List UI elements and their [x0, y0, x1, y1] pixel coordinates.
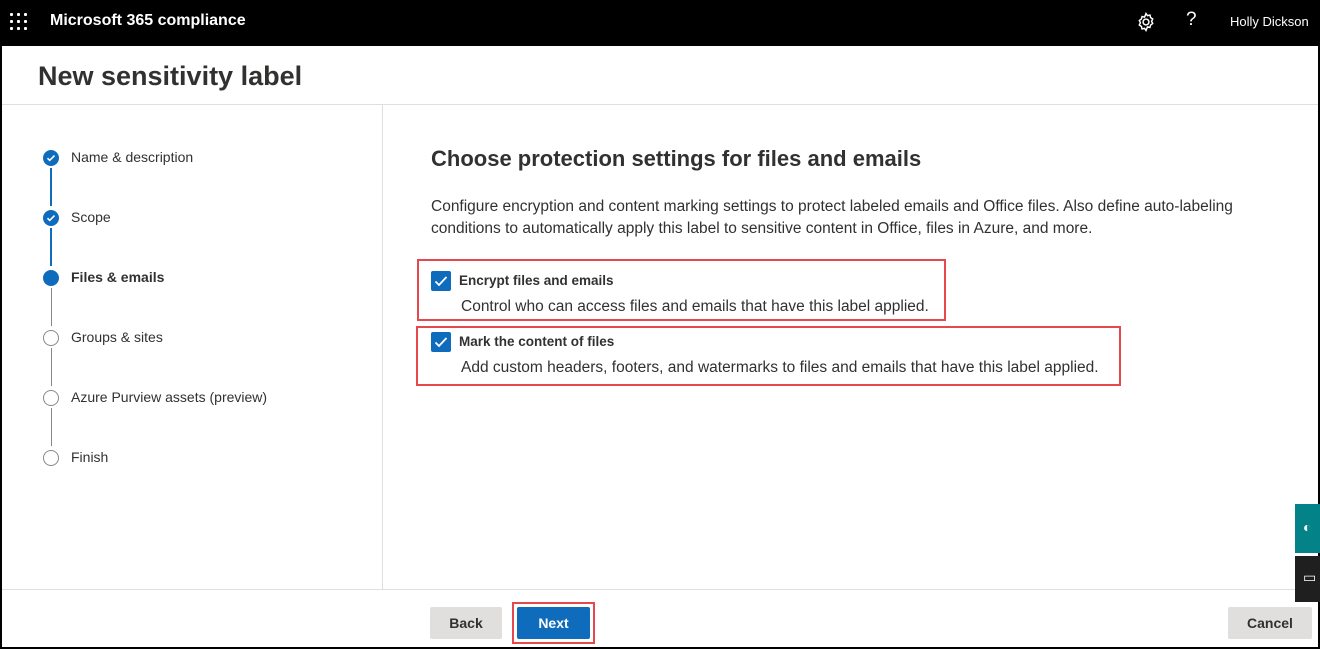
mark-content-checkbox[interactable]	[431, 332, 451, 352]
app-name[interactable]: Microsoft 365 compliance	[50, 12, 246, 30]
step-label: Files & emails	[71, 269, 165, 285]
step-files-emails[interactable]: Files & emails	[43, 269, 343, 289]
side-feedback-tab[interactable]: ▭	[1295, 556, 1320, 602]
step-connector	[50, 408, 52, 446]
gear-icon[interactable]	[1135, 11, 1157, 33]
check-circle-icon	[43, 210, 59, 226]
next-button[interactable]: Next	[517, 607, 590, 639]
encrypt-checkbox[interactable]	[431, 271, 451, 291]
step-name-description[interactable]: Name & description	[43, 149, 343, 169]
step-label: Azure Purview assets (preview)	[71, 389, 268, 405]
empty-circle-icon	[43, 390, 59, 406]
section-description: Configure encryption and content marking…	[431, 198, 1233, 237]
option-subtitle: Add custom headers, footers, and waterma…	[461, 359, 1099, 376]
step-connector	[50, 168, 52, 206]
step-azure-purview: Azure Purview assets (preview)	[43, 389, 343, 409]
section-heading: Choose protection settings for files and…	[431, 146, 922, 171]
waffle-icon[interactable]	[10, 13, 28, 31]
step-label: Name & description	[71, 149, 194, 165]
window-frame	[0, 0, 1320, 649]
side-help-tab[interactable]: ◐	[1295, 504, 1320, 553]
step-label: Groups & sites	[71, 329, 163, 345]
option-title[interactable]: Encrypt files and emails	[459, 273, 614, 288]
divider	[2, 589, 1318, 590]
step-groups-sites: Groups & sites	[43, 329, 343, 349]
step-scope[interactable]: Scope	[43, 209, 343, 229]
empty-circle-icon	[43, 330, 59, 346]
user-name[interactable]: Holly Dickson	[1230, 14, 1309, 29]
empty-circle-icon	[43, 450, 59, 466]
feedback-icon: ▭	[1303, 569, 1317, 585]
help-icon[interactable]: ?	[1186, 9, 1197, 31]
page-title: New sensitivity label	[38, 61, 303, 91]
option-subtitle: Control who can access files and emails …	[461, 298, 929, 315]
back-button[interactable]: Back	[430, 607, 502, 639]
current-step-icon	[43, 270, 59, 286]
step-connector	[50, 288, 52, 326]
cancel-button[interactable]: Cancel	[1228, 607, 1312, 639]
step-label: Scope	[71, 209, 111, 225]
check-circle-icon	[43, 150, 59, 166]
option-title[interactable]: Mark the content of files	[459, 334, 614, 349]
top-bar: Microsoft 365 compliance ? Holly Dickson	[0, 0, 1320, 46]
step-connector	[50, 348, 52, 386]
question-icon: ◐	[1303, 519, 1312, 535]
step-finish: Finish	[43, 449, 343, 469]
divider	[382, 105, 383, 589]
divider	[2, 104, 1318, 105]
step-connector	[50, 228, 52, 266]
step-label: Finish	[71, 449, 109, 465]
